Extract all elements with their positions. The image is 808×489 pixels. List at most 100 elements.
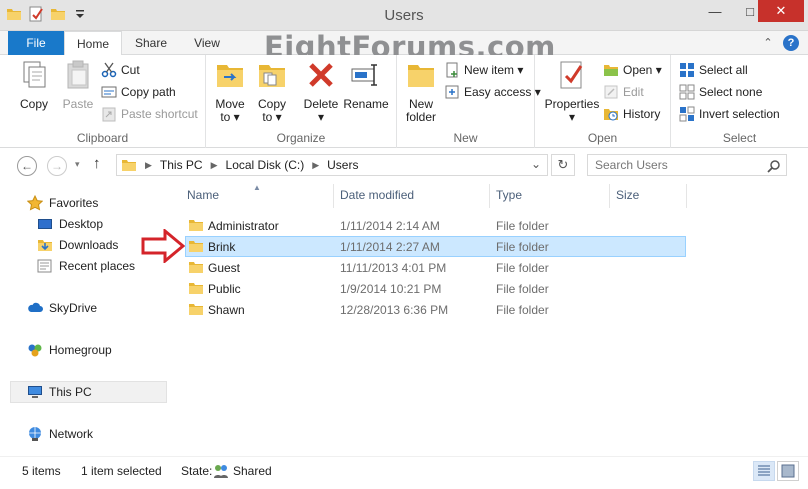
cut-button[interactable]: Cut: [101, 60, 140, 80]
new-folder-button[interactable]: New folder: [401, 59, 441, 124]
invert-selection-button[interactable]: Invert selection: [679, 104, 780, 124]
nav-item-desktop[interactable]: Desktop: [37, 214, 103, 234]
table-row[interactable]: Guest 11/11/2013 4:01 PM File folder: [185, 257, 686, 278]
table-row[interactable]: Shawn 12/28/2013 6:36 PM File folder: [185, 299, 686, 320]
breadcrumb-separator[interactable]: ▶: [312, 160, 319, 171]
file-list: ▲ Name Date modified Type Size Administr…: [169, 182, 808, 456]
state-label: State:: [181, 464, 213, 478]
breadcrumb-local-disk[interactable]: Local Disk (C:): [226, 158, 305, 172]
select-group: Select all Select none Invert selection …: [671, 55, 808, 148]
nav-item-label: Network: [49, 427, 94, 441]
nav-item-network[interactable]: Network: [27, 424, 93, 444]
select-all-icon: [680, 63, 694, 77]
new-folder-label-2: folder: [405, 110, 437, 124]
details-view-button[interactable]: [753, 461, 775, 481]
address-dropdown-icon[interactable]: ⌄: [531, 157, 541, 171]
folder-icon: [189, 241, 203, 252]
cloud-icon: [28, 302, 43, 312]
nav-item-homegroup[interactable]: Homegroup: [27, 340, 112, 360]
copy-path-label: Copy path: [121, 85, 176, 99]
select-none-icon: [679, 84, 695, 100]
delete-button[interactable]: Delete ▾: [300, 59, 342, 124]
nav-item-recent-places[interactable]: Recent places: [37, 256, 135, 276]
column-divider[interactable]: [489, 184, 490, 208]
network-icon: [29, 427, 41, 441]
rename-button[interactable]: Rename: [342, 59, 390, 111]
edit-button[interactable]: Edit: [603, 82, 644, 102]
copy-to-label-2: to ▾: [262, 110, 282, 124]
move-to-button[interactable]: Move to ▾: [210, 59, 250, 124]
minimize-button[interactable]: —: [700, 0, 730, 22]
tab-file[interactable]: File: [8, 31, 64, 55]
refresh-button[interactable]: ↻: [551, 154, 575, 176]
nav-item-skydrive[interactable]: SkyDrive: [27, 298, 97, 318]
nav-item-this-pc[interactable]: This PC: [27, 382, 92, 402]
nav-item-downloads[interactable]: Downloads: [37, 235, 118, 255]
copy-button[interactable]: Copy: [14, 59, 54, 111]
edit-icon: [604, 85, 618, 99]
delete-icon: [309, 63, 333, 87]
file-date: 12/28/2013 6:36 PM: [340, 303, 449, 317]
search-icon[interactable]: [767, 159, 781, 173]
paste-label: Paste: [62, 97, 94, 111]
address-bar-row: ← → ▾ ↑ ▶ This PC ▶ Local Disk (C:) ▶ Us…: [0, 149, 808, 182]
collapse-ribbon-icon[interactable]: ⌃: [760, 35, 776, 51]
table-row[interactable]: Public 1/9/2014 10:21 PM File folder: [185, 278, 686, 299]
folder-icon: [122, 160, 136, 171]
large-icons-view-icon: [781, 464, 795, 478]
file-date: 1/11/2014 2:27 AM: [340, 240, 440, 254]
column-header-name[interactable]: Name: [187, 188, 219, 202]
breadcrumb-users[interactable]: Users: [327, 158, 358, 172]
properties-button[interactable]: Properties ▾: [543, 59, 601, 124]
new-item-button[interactable]: New item ▾: [444, 60, 523, 80]
status-bar: 5 items 1 item selected State: Shared: [0, 456, 808, 489]
up-button[interactable]: ↑: [93, 155, 101, 172]
shared-users-icon: [214, 465, 228, 478]
cut-label: Cut: [121, 63, 140, 77]
breadcrumb-separator[interactable]: ▶: [145, 160, 152, 171]
tab-home[interactable]: Home: [64, 31, 122, 56]
paste-shortcut-label: Paste shortcut: [121, 107, 198, 121]
nav-item-favorites[interactable]: Favorites: [27, 193, 98, 213]
help-icon[interactable]: ?: [783, 35, 799, 51]
breadcrumb-separator[interactable]: ▶: [211, 160, 218, 171]
table-row[interactable]: Administrator 1/11/2014 2:14 AM File fol…: [185, 215, 686, 236]
rename-icon: [351, 64, 377, 86]
file-type: File folder: [496, 282, 549, 296]
column-divider[interactable]: [609, 184, 610, 208]
history-button[interactable]: History: [603, 104, 660, 124]
column-divider[interactable]: [686, 184, 687, 208]
selected-count: 1 item selected: [81, 464, 162, 478]
close-button[interactable]: ✕: [758, 0, 804, 22]
column-header-size[interactable]: Size: [616, 188, 639, 202]
details-view-icon: [758, 465, 770, 476]
move-to-icon: [217, 65, 243, 87]
back-button[interactable]: ←: [17, 156, 37, 176]
paste-shortcut-button[interactable]: Paste shortcut: [101, 104, 198, 124]
rename-label: Rename: [343, 97, 389, 111]
recent-locations-icon[interactable]: ▾: [75, 159, 80, 170]
paste-button[interactable]: Paste: [56, 59, 100, 111]
folder-icon: [189, 262, 203, 273]
column-divider[interactable]: [333, 184, 334, 208]
select-none-button[interactable]: Select none: [679, 82, 762, 102]
column-header-date-modified[interactable]: Date modified: [340, 188, 414, 202]
column-header-type[interactable]: Type: [496, 188, 522, 202]
tab-share[interactable]: Share: [124, 31, 178, 55]
clipboard-group-label: Clipboard: [76, 131, 129, 145]
select-all-button[interactable]: Select all: [679, 60, 748, 80]
paste-shortcut-icon: [102, 107, 116, 122]
history-label: History: [623, 107, 661, 121]
copy-to-button[interactable]: Copy to ▾: [252, 59, 292, 124]
address-box[interactable]: ▶ This PC ▶ Local Disk (C:) ▶ Users ⌄: [116, 154, 548, 176]
open-button[interactable]: Open ▾: [603, 60, 662, 80]
forward-button[interactable]: →: [47, 156, 67, 176]
easy-access-button[interactable]: Easy access ▾: [444, 82, 541, 102]
tab-view[interactable]: View: [180, 31, 234, 55]
breadcrumb-this-pc[interactable]: This PC: [160, 158, 203, 172]
search-input[interactable]: Search Users: [587, 154, 787, 176]
table-row-selected[interactable]: Brink 1/11/2014 2:27 AM File folder: [185, 236, 686, 257]
copy-path-button[interactable]: Copy path: [101, 82, 176, 102]
red-arrow-annotation: [141, 229, 185, 263]
large-icons-view-button[interactable]: [777, 461, 799, 481]
